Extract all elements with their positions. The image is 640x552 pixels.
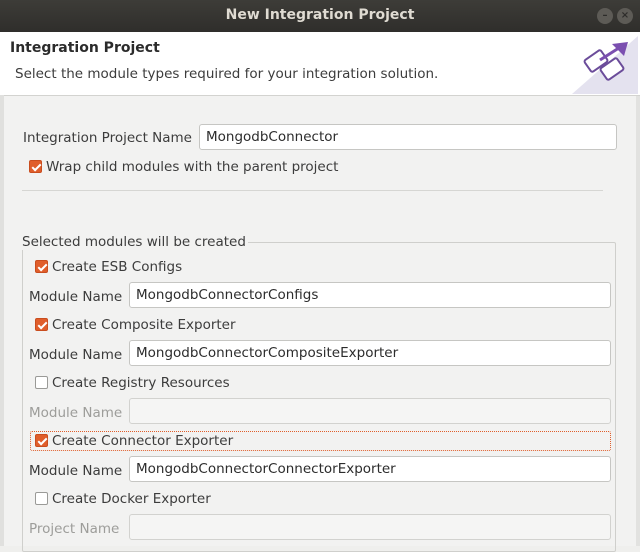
docker-exporter-checkbox[interactable] [35, 492, 48, 505]
registry-resources-label[interactable]: Create Registry Resources [52, 375, 230, 391]
composite-module-name-label: Module Name [29, 347, 123, 363]
window-titlebar: New Integration Project – × [0, 0, 640, 32]
close-icon[interactable]: × [617, 8, 633, 24]
connector-exporter-checkbox[interactable] [35, 434, 48, 447]
registry-module-name-input[interactable] [129, 398, 611, 424]
wrap-modules-label[interactable]: Wrap child modules with the parent proje… [46, 159, 338, 175]
docker-project-name-label: Project Name [29, 521, 120, 537]
window-title: New Integration Project [225, 7, 415, 23]
wizard-header: Integration Project Select the module ty… [0, 32, 640, 96]
registry-module-name-label: Module Name [29, 405, 123, 421]
wizard-description: Select the module types required for you… [15, 66, 439, 82]
scrollbar[interactable] [636, 96, 640, 546]
separator [22, 190, 603, 191]
project-name-input[interactable]: MongodbConnector [199, 124, 617, 150]
esb-module-name-input[interactable]: MongodbConnectorConfigs [129, 282, 611, 308]
wizard-title: Integration Project [10, 40, 160, 56]
composite-exporter-label[interactable]: Create Composite Exporter [52, 317, 236, 333]
project-name-label: Integration Project Name [23, 130, 192, 146]
docker-project-name-input[interactable] [129, 514, 611, 540]
connector-exporter-label[interactable]: Create Connector Exporter [52, 433, 233, 449]
composite-module-name-input[interactable]: MongodbConnectorCompositeExporter [129, 340, 611, 366]
esb-configs-label[interactable]: Create ESB Configs [52, 259, 182, 275]
registry-resources-checkbox[interactable] [35, 376, 48, 389]
modules-group-label: Selected modules will be created [22, 234, 248, 250]
connector-module-name-input[interactable]: MongodbConnectorConnectorExporter [129, 456, 611, 482]
docker-exporter-label[interactable]: Create Docker Exporter [52, 491, 211, 507]
wrap-modules-checkbox[interactable] [29, 160, 42, 173]
esb-configs-checkbox[interactable] [35, 260, 48, 273]
esb-module-name-label: Module Name [29, 289, 123, 305]
composite-exporter-checkbox[interactable] [35, 318, 48, 331]
connector-module-name-label: Module Name [29, 463, 123, 479]
integration-logo-icon [572, 36, 638, 94]
minimize-icon[interactable]: – [597, 8, 613, 24]
